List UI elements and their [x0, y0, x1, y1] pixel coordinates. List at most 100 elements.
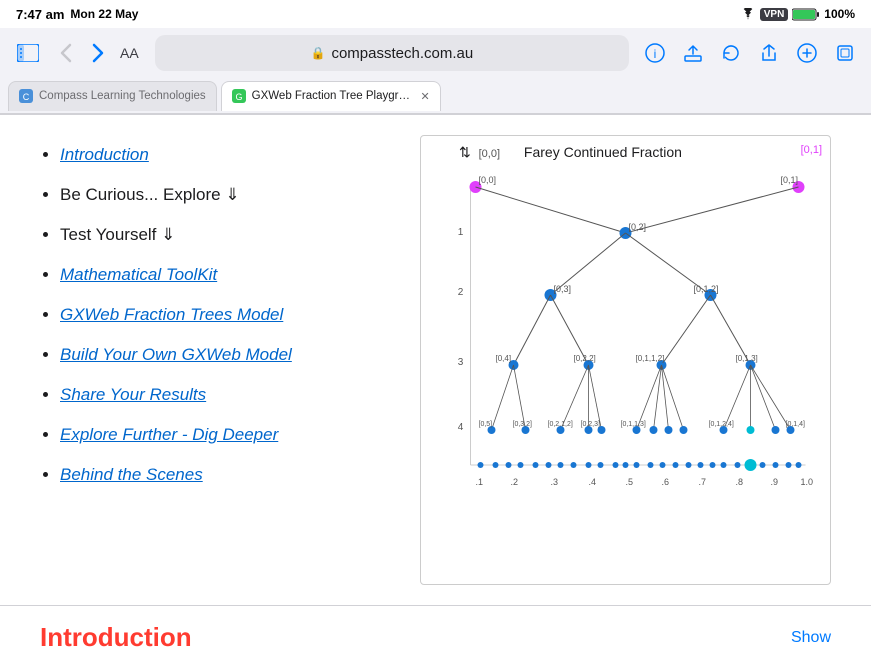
toolbar-right: i: [641, 39, 859, 67]
list-item: GXWeb Fraction Trees Model: [60, 305, 390, 325]
sidebar-toggle-button[interactable]: [12, 37, 44, 69]
list-item: Test Yourself ⇓: [60, 225, 390, 245]
forward-icon: [92, 43, 104, 63]
nav-link-model[interactable]: GXWeb Fraction Trees Model: [60, 305, 283, 324]
tab-label-compass: Compass Learning Technologies: [39, 90, 206, 102]
nav-list: Introduction Be Curious... Explore ⇓ Tes…: [40, 135, 390, 585]
svg-text:i: i: [654, 47, 657, 61]
lock-icon: 🔒: [311, 46, 326, 60]
svg-text:1.0: 1.0: [801, 477, 814, 487]
svg-text:G: G: [235, 92, 242, 102]
tab-favicon-compass: C: [19, 89, 33, 103]
list-item: Behind the Scenes: [60, 465, 390, 485]
svg-text:[0,2,3]: [0,2,3]: [581, 421, 601, 428]
add-tab-icon: [797, 43, 817, 63]
svg-text:[0,5]: [0,5]: [479, 421, 493, 428]
refresh-button[interactable]: [717, 39, 745, 67]
browser-chrome: AA 🔒 compasstech.com.au i: [0, 28, 871, 115]
aa-label[interactable]: AA: [120, 45, 139, 61]
tab-label-gxweb: GXWeb Fraction Tree Playground: [252, 90, 411, 102]
nav-link-intro[interactable]: Introduction: [60, 145, 149, 164]
share-icon: [759, 43, 779, 63]
upload-button[interactable]: [679, 39, 707, 67]
svg-text:[0,3]: [0,3]: [554, 284, 572, 294]
new-tab-button[interactable]: [793, 39, 821, 67]
svg-text:[0,1,2,4]: [0,1,2,4]: [709, 421, 734, 428]
svg-text:1: 1: [458, 227, 464, 238]
farey-svg: 1 2 3 4 .1 .2 .3 .4 .5 .6 .7 .8 .9 1.0 […: [429, 165, 822, 505]
nav-link-share[interactable]: Share Your Results: [60, 385, 206, 404]
nav-link-toolkit[interactable]: Mathematical ToolKit: [60, 265, 217, 284]
tab-gxweb[interactable]: G GXWeb Fraction Tree Playground ✕: [221, 81, 441, 111]
list-item: Introduction: [60, 145, 390, 165]
status-indicators: VPN 100%: [740, 7, 855, 21]
wifi-icon: [740, 8, 756, 20]
nav-link-build[interactable]: Build Your Own GXWeb Model: [60, 345, 292, 364]
svg-text:.4: .4: [589, 477, 597, 487]
sidebar-icon: [17, 44, 39, 62]
bottom-section: Introduction Show: [0, 605, 871, 669]
back-icon: [60, 43, 72, 63]
svg-text:[0,1,1,2]: [0,1,1,2]: [636, 354, 665, 363]
tab-favicon-gxweb: G: [232, 89, 246, 103]
svg-text:.9: .9: [771, 477, 779, 487]
svg-text:3: 3: [458, 357, 464, 368]
svg-text:[0,4]: [0,4]: [496, 354, 512, 363]
farey-diagram: ⇅ [0,0] Farey Continued Fraction [0,1] 1…: [420, 135, 831, 585]
upload-icon: [683, 43, 703, 63]
svg-text:.6: .6: [662, 477, 670, 487]
svg-text:.3: .3: [551, 477, 559, 487]
farey-title-text: Farey Continued Fraction: [524, 144, 682, 160]
svg-text:[0,2]: [0,2]: [629, 222, 647, 232]
nav-link-scenes[interactable]: Behind the Scenes: [60, 465, 203, 484]
svg-text:.2: .2: [511, 477, 519, 487]
svg-text:[0,1,4]: [0,1,4]: [786, 421, 806, 428]
svg-text:[0,2,2]: [0,2,2]: [574, 354, 596, 363]
battery-percent: 100%: [824, 7, 855, 21]
section-title: Introduction: [40, 622, 192, 653]
svg-text:[0,1,2]: [0,1,2]: [694, 284, 719, 294]
show-button[interactable]: Show: [791, 629, 831, 647]
farey-title: ⇅ [0,0] Farey Continued Fraction [0,1]: [429, 144, 822, 161]
tabs-overview-icon: [835, 43, 855, 63]
list-item: Mathematical ToolKit: [60, 265, 390, 285]
share-button[interactable]: [755, 39, 783, 67]
vpn-badge: VPN: [760, 8, 789, 21]
time: 7:47 am: [16, 7, 64, 22]
svg-text:[0,1]: [0,1]: [781, 175, 799, 185]
svg-text:[0,2,1,2]: [0,2,1,2]: [548, 421, 573, 428]
list-item: Explore Further - Dig Deeper: [60, 425, 390, 445]
nav-text-curious: Be Curious... Explore ⇓: [60, 185, 240, 204]
nav-text-test: Test Yourself ⇓: [60, 225, 175, 244]
svg-text:.8: .8: [736, 477, 744, 487]
page-content: Introduction Be Curious... Explore ⇓ Tes…: [0, 115, 871, 605]
svg-text:.5: .5: [626, 477, 634, 487]
svg-text:4: 4: [458, 422, 464, 433]
address-bar[interactable]: 🔒 compasstech.com.au: [155, 35, 629, 71]
status-bar: 7:47 am Mon 22 May VPN 100%: [0, 0, 871, 28]
url-text: compasstech.com.au: [331, 45, 473, 62]
tabs-bar: C Compass Learning Technologies G GXWeb …: [0, 78, 871, 114]
svg-text:.7: .7: [699, 477, 707, 487]
battery-icon: [792, 8, 820, 21]
tabs-overview-button[interactable]: [831, 39, 859, 67]
svg-text:[0,3,2]: [0,3,2]: [513, 421, 533, 428]
nav-link-explore[interactable]: Explore Further - Dig Deeper: [60, 425, 278, 444]
info-button[interactable]: i: [641, 39, 669, 67]
back-button[interactable]: [56, 39, 76, 67]
section-header: Introduction Show: [40, 622, 831, 653]
forward-button[interactable]: [88, 39, 108, 67]
svg-text:.1: .1: [476, 477, 484, 487]
date: Mon 22 May: [70, 7, 138, 21]
info-icon: i: [645, 43, 665, 63]
svg-text:[0,0]: [0,0]: [479, 175, 497, 185]
svg-text:2: 2: [458, 287, 464, 298]
svg-text:C: C: [23, 92, 30, 102]
svg-text:[0,1,3]: [0,1,3]: [736, 354, 758, 363]
farey-sort-icon: ⇅: [459, 144, 471, 160]
list-item: Build Your Own GXWeb Model: [60, 345, 390, 365]
tab-close-button[interactable]: ✕: [420, 90, 429, 103]
svg-text:[0,1,1,3]: [0,1,1,3]: [621, 421, 646, 428]
refresh-icon: [721, 43, 741, 63]
tab-compass[interactable]: C Compass Learning Technologies: [8, 81, 217, 111]
